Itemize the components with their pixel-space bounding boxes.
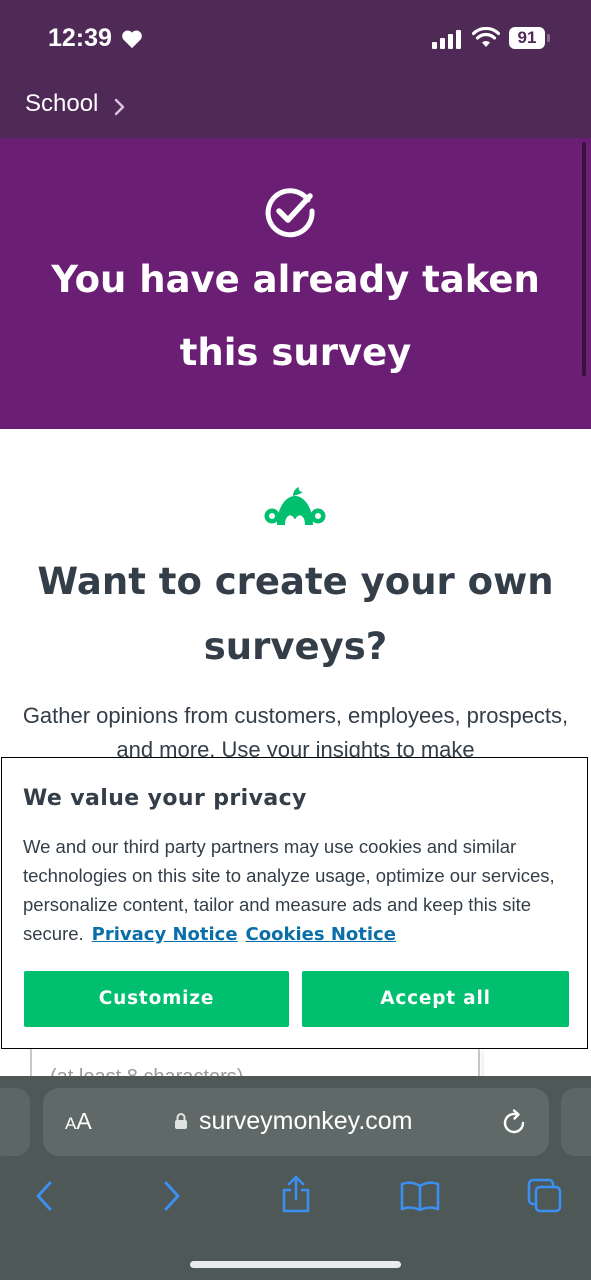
check-circle-icon — [265, 188, 315, 238]
reload-icon[interactable] — [502, 1108, 528, 1136]
next-tab-preview[interactable] — [561, 1088, 591, 1156]
home-indicator — [190, 1261, 401, 1268]
signal-icon — [432, 30, 461, 49]
browser-toolbar: AA surveymonkey.com — [0, 1076, 591, 1280]
text-size-button[interactable]: AA — [65, 1108, 92, 1135]
back-nav-label[interactable]: School — [25, 90, 98, 118]
privacy-title: We value your privacy — [23, 786, 307, 811]
lock-icon — [175, 1113, 187, 1129]
heart-icon — [122, 30, 142, 49]
url-bar[interactable]: AA surveymonkey.com — [43, 1088, 549, 1156]
wifi-icon — [472, 27, 500, 47]
accept-all-button[interactable]: Accept all — [302, 971, 569, 1027]
text-size-small-a: A — [65, 1114, 77, 1133]
privacy-body: We and our third party partners may use … — [23, 832, 568, 949]
privacy-dialog: We value your privacy We and our third p… — [1, 757, 588, 1049]
previous-tab-preview[interactable] — [0, 1088, 30, 1156]
battery-icon: 91 — [509, 27, 545, 49]
customize-button[interactable]: Customize — [24, 971, 289, 1027]
tabs-icon[interactable] — [527, 1178, 563, 1214]
forward-arrow-icon[interactable] — [162, 1180, 182, 1212]
text-size-large-a: A — [76, 1108, 92, 1134]
privacy-notice-link[interactable]: Privacy Notice — [92, 924, 238, 945]
cookies-notice-link[interactable]: Cookies Notice — [246, 924, 396, 945]
back-nav[interactable]: School — [0, 80, 591, 138]
banner-title: You have already taken this survey — [51, 258, 540, 374]
chevron-right-icon — [114, 98, 125, 116]
status-time: 12:39 — [48, 24, 112, 52]
scroll-indicator[interactable] — [582, 142, 586, 376]
share-icon[interactable] — [280, 1174, 312, 1214]
bookmarks-icon[interactable] — [400, 1180, 440, 1212]
status-bar: 12:39 91 — [0, 0, 591, 80]
battery-cap — [547, 34, 550, 42]
survey-complete-banner: You have already taken this survey — [0, 138, 591, 429]
url-text[interactable]: surveymonkey.com — [199, 1107, 413, 1136]
back-arrow-icon[interactable] — [34, 1180, 54, 1212]
surveymonkey-logo-icon — [264, 487, 326, 525]
promo-title: Want to create your own surveys? — [37, 560, 554, 668]
